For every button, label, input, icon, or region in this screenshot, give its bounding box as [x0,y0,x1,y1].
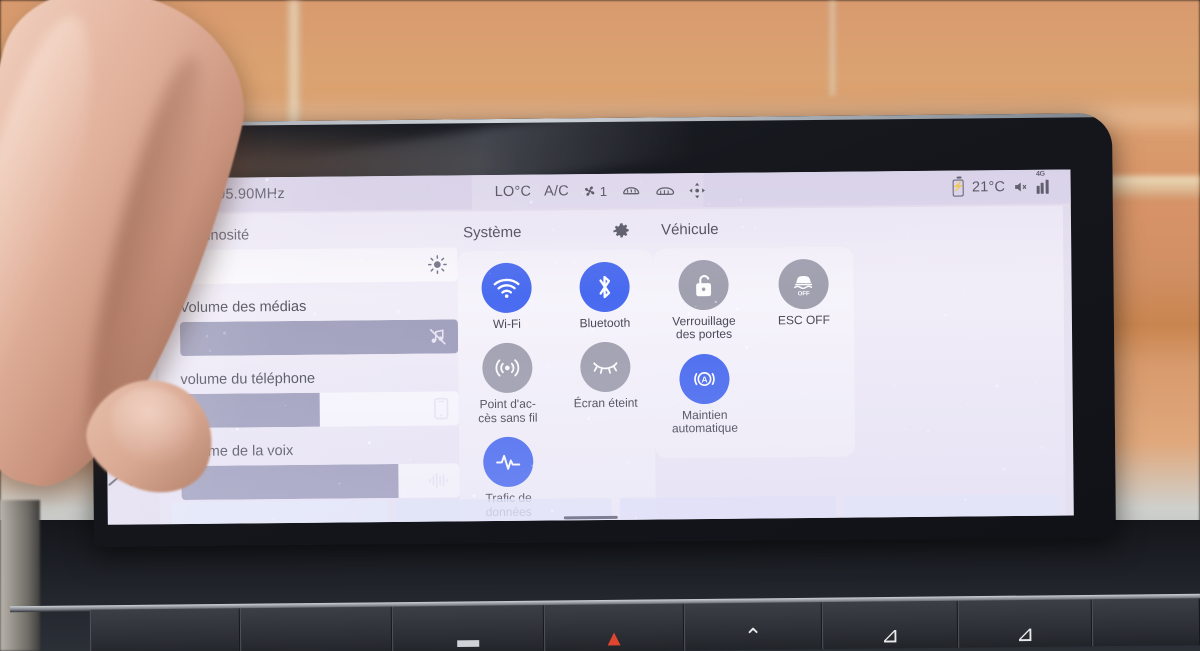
vehicle-title: Véhicule [660,220,719,239]
hazard-button-glyph: ▲ [603,625,626,651]
tile-hotspot[interactable]: Point d'ac-cès sans fil [458,343,557,426]
wifi-icon [481,262,532,314]
climate-temp-label: LO°C [494,183,532,201]
music-note-muted-icon [427,326,448,347]
window-frame-bar-2 [828,0,837,96]
system-header: Système [457,222,653,243]
dash-button-1[interactable] [89,608,241,651]
tile-label-screen-off: Écran éteint [573,396,638,411]
slider-media-volume[interactable] [179,319,459,357]
esc-off-car-icon: OFF [778,258,829,310]
slider-label-voice-volume: volume de la voix [181,442,294,461]
dash-button-3[interactable]: ▬ [391,605,545,651]
sidebar-item-vehicle[interactable] [109,344,156,401]
auto-hold-a-icon: A [679,353,730,405]
dash-button-8[interactable] [1091,598,1200,647]
smartphone-icon [434,397,449,420]
rear-defrost-icon [655,186,674,195]
bottom-segment-4[interactable] [843,493,1060,518]
gear-icon[interactable] [612,222,631,241]
slider-label-phone-volume: volume du téléphone [180,370,316,389]
tile-label-hotspot: Point d'ac-cès sans fil [478,397,538,426]
photo-scene: ▬ ▲ ⌃ ⊿ ⊿ RFM - 95.90MHz LO°C A/C 1 ⚡ 21… [0,0,1200,651]
sun-icon [427,254,447,275]
tile-wifi[interactable]: Wi-Fi [457,262,556,331]
slider-label-brightness: Luminosité [179,227,250,245]
tile-label-esc-off: ESC OFF [777,312,830,328]
vehicle-tiles-container: Verrouillage des portes OFF ESC OFF A Maintie… [653,246,856,459]
fan-status: 1 [582,183,608,199]
tile-screen-off[interactable]: Écran éteint [556,342,655,425]
signal-bars-icon: 4G [1036,171,1053,194]
battery-charging-icon: ⚡ [952,179,965,197]
hazard-button[interactable]: ▲ [543,603,685,651]
dashboard-left-trim [0,500,40,651]
car-icon [119,367,146,380]
front-defrost-icon [622,187,639,195]
unlocked-padlock-icon [678,259,729,311]
slider-fill [179,319,459,357]
system-status: ⚡ 21°C 4G [952,171,1053,197]
climate-status[interactable]: LO°C A/C 1 [495,182,706,201]
bottom-segment-1[interactable] [171,500,388,525]
dash-button-5[interactable]: ⌃ [683,602,823,651]
dash-button-3-glyph: ▬ [456,626,480,651]
media-status[interactable]: RFM - 95.90MHz [156,186,285,204]
dash-button-5-glyph: ⌃ [743,623,763,649]
fan-speed-label: 1 [599,183,608,199]
infotainment-screen: RFM - 95.90MHz LO°C A/C 1 ⚡ 21°C 4G Lumi… [104,169,1074,525]
closed-eye-icon [580,342,631,393]
svg-text:OFF: OFF [798,291,810,297]
system-tiles-container: Wi-Fi Bluetooth Point d'ac-cès sans fil Écr… [457,249,657,525]
infotainment-bezel: RFM - 95.90MHz LO°C A/C 1 ⚡ 21°C 4G Lumi… [89,113,1117,547]
tile-label-door-lock: Verrouillage des portes [672,313,736,342]
rear-defrost-button[interactable]: ⊿ [821,600,959,650]
hotspot-icon [482,343,533,394]
front-defrost-button-glyph: ⊿ [1015,620,1035,647]
tile-esc-off[interactable]: OFF ESC OFF [753,258,854,342]
tile-auto-hold[interactable]: A Maintien automatique [654,353,755,436]
slider-phone-volume[interactable] [180,391,459,429]
slider-brightness[interactable] [179,247,458,285]
tile-label-auto-hold: Maintien automatique [671,407,739,436]
bottom-segment-3[interactable] [619,495,836,520]
play-triangle-icon [156,190,165,201]
phone-icon [122,300,139,317]
fan-icon [585,186,595,196]
outside-temp-label: 21°C [971,179,1006,196]
system-title: Système [462,223,522,242]
slider-fill [180,392,320,429]
rear-defrost-button-glyph: ⊿ [880,622,900,648]
home-indicator[interactable] [563,515,618,520]
tile-label-wifi: Wi-Fi [492,316,521,332]
media-source-label: RFM - 95.90MHz [171,186,285,204]
tile-door-lock[interactable]: Verrouillage des portes [653,259,754,343]
dash-button-2[interactable] [239,606,393,651]
front-defrost-button[interactable]: ⊿ [957,599,1093,648]
svg-text:A: A [701,374,707,384]
network-label: 4G [1035,170,1045,178]
sidebar-item-top[interactable] [107,218,155,275]
bluetooth-icon [579,261,630,313]
speaker-mute-icon[interactable] [1013,180,1028,194]
tile-bluetooth[interactable]: Bluetooth [555,261,654,331]
screen-body: Luminosité Volume des médias volume du tél… [105,204,1074,525]
airflow-icon [689,182,705,198]
sidebar-item-phone[interactable] [108,281,156,338]
tile-label-bluetooth: Bluetooth [579,315,631,331]
vehicle-header: Véhicule [653,220,853,240]
climate-ac-label: A/C [544,183,569,200]
dot-icon [127,243,135,250]
slider-label-media-volume: Volume des médias [179,298,307,317]
